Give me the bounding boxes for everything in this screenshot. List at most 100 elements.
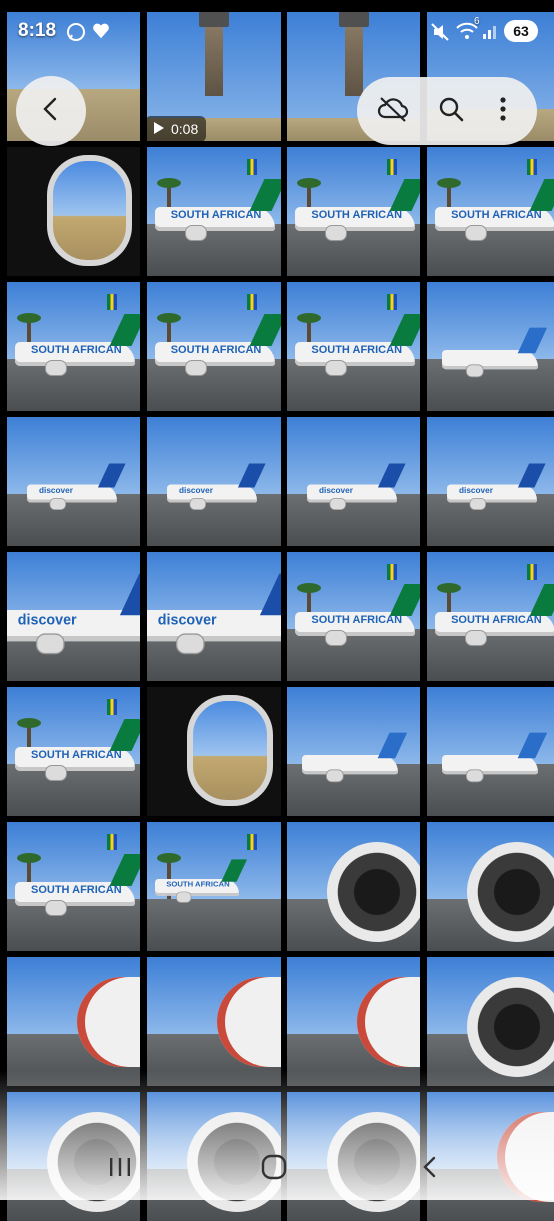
plane-engine <box>175 891 192 903</box>
status-bar: 8:18 6 63 <box>0 0 554 60</box>
airline-logo-text: SOUTH AFRICAN <box>311 209 403 221</box>
airplane-figure: SOUTH AFRICAN <box>295 314 421 376</box>
photo-thumbnail[interactable]: SOUTH AFRICAN <box>146 147 281 276</box>
plane-engine <box>36 633 65 655</box>
flag <box>387 294 398 310</box>
photo-thumbnail[interactable] <box>427 282 554 411</box>
photo-thumbnail[interactable] <box>146 687 281 816</box>
photo-thumbnail[interactable] <box>146 957 281 1086</box>
photo-thumbnail[interactable]: SOUTH AFRICAN <box>7 687 140 816</box>
plane-engine <box>329 498 347 510</box>
plane-engine <box>325 630 348 646</box>
whatsapp-icon <box>66 22 86 47</box>
airline-logo-text: SOUTH AFRICAN <box>451 209 542 221</box>
photo-thumbnail[interactable]: SOUTH AFRICAN <box>7 822 140 951</box>
airline-logo-text: SOUTH AFRICAN <box>311 614 403 626</box>
flag <box>107 834 117 850</box>
airline-logo-text: discover <box>39 486 73 495</box>
plane-engine <box>465 225 488 241</box>
nav-back-icon <box>419 1155 441 1184</box>
photo-thumbnail[interactable]: discover <box>287 417 421 546</box>
airline-logo-text: discover <box>17 612 77 629</box>
photo-thumbnail[interactable]: SOUTH AFRICAN <box>146 822 281 951</box>
window-pane-view <box>47 155 132 266</box>
plane-engine <box>189 498 206 510</box>
photo-thumbnail[interactable] <box>7 957 140 1086</box>
photo-thumbnail[interactable]: discover <box>427 417 554 546</box>
more-options-button[interactable] <box>475 77 531 145</box>
photo-thumbnail[interactable]: discover <box>7 417 140 546</box>
plane-engine <box>184 225 207 241</box>
airline-logo-text: SOUTH AFRICAN <box>31 344 122 356</box>
recent-apps-icon <box>107 1156 133 1183</box>
photo-thumbnail[interactable] <box>427 822 554 951</box>
photo-thumbnail[interactable] <box>287 957 421 1086</box>
more-vertical-icon <box>499 96 507 127</box>
airplane-figure: SOUTH AFRICAN <box>15 314 140 376</box>
photo-thumbnail[interactable] <box>427 687 554 816</box>
video-duration-badge: 0:08 <box>145 116 207 142</box>
photo-thumbnail[interactable]: SOUTH AFRICAN <box>427 552 554 681</box>
airline-logo-text: SOUTH AFRICAN <box>170 209 262 221</box>
airplane-figure: discover <box>447 463 546 510</box>
photo-thumbnail[interactable] <box>7 147 140 276</box>
flag <box>387 564 398 580</box>
plane-engine <box>466 364 484 378</box>
photo-thumbnail[interactable]: SOUTH AFRICAN <box>287 282 421 411</box>
photo-thumbnail[interactable]: discover <box>146 552 281 681</box>
flag <box>107 294 117 310</box>
chevron-left-icon <box>38 96 64 127</box>
search-button[interactable] <box>423 77 479 145</box>
airplane-window <box>7 147 140 276</box>
photo-thumbnail[interactable]: discover <box>146 417 281 546</box>
plane-engine <box>184 360 207 376</box>
airline-logo-text: discover <box>178 486 213 495</box>
photo-thumbnail[interactable]: SOUTH AFRICAN <box>7 282 140 411</box>
back-button[interactable] <box>16 76 86 146</box>
airline-logo-text: SOUTH AFRICAN <box>31 749 122 761</box>
nav-back-button[interactable] <box>400 1146 460 1192</box>
airplane-figure: discover <box>146 573 281 655</box>
flag <box>527 159 538 175</box>
airplane-figure <box>302 732 408 783</box>
recent-apps-button[interactable] <box>90 1146 150 1192</box>
wifi-generation-label: 6 <box>474 16 480 27</box>
flag <box>246 294 257 310</box>
navigation-bar <box>0 1138 554 1200</box>
airline-logo-text: SOUTH AFRICAN <box>170 344 262 356</box>
airline-logo-text: SOUTH AFRICAN <box>451 614 542 626</box>
plane-engine <box>466 769 484 783</box>
photo-thumbnail[interactable] <box>287 687 421 816</box>
airline-logo-text: SOUTH AFRICAN <box>311 344 403 356</box>
plane-engine <box>175 633 205 655</box>
airplane-figure: SOUTH AFRICAN <box>154 314 281 376</box>
photo-thumbnail[interactable]: SOUTH AFRICAN <box>287 147 421 276</box>
top-action-bar <box>357 77 537 145</box>
play-icon <box>153 121 165 138</box>
flag <box>107 699 117 715</box>
cloud-sync-button[interactable] <box>365 77 421 145</box>
airplane-figure: SOUTH AFRICAN <box>15 854 140 916</box>
search-icon <box>437 95 465 128</box>
home-button[interactable] <box>244 1146 304 1192</box>
airline-logo-text: discover <box>157 612 217 629</box>
plane-engine <box>325 360 348 376</box>
photo-thumbnail[interactable]: SOUTH AFRICAN <box>427 147 554 276</box>
photo-thumbnail[interactable] <box>427 957 554 1086</box>
plane-engine <box>49 498 66 510</box>
photo-thumbnail[interactable]: SOUTH AFRICAN <box>287 552 421 681</box>
mute-icon <box>430 22 450 47</box>
status-time: 8:18 <box>18 20 57 41</box>
plane-engine <box>465 630 488 646</box>
tarmac <box>146 899 281 951</box>
photo-thumbnail[interactable]: SOUTH AFRICAN <box>146 282 281 411</box>
airplane-figure: discover <box>166 463 266 510</box>
photo-thumbnail[interactable] <box>287 822 421 951</box>
photo-thumbnail[interactable]: discover <box>7 552 140 681</box>
battery-indicator: 63 <box>504 20 538 42</box>
window-pane-view <box>186 695 273 806</box>
plane-engine <box>469 498 487 510</box>
airplane-window <box>146 687 281 816</box>
airplane-figure: SOUTH AFRICAN <box>154 859 247 903</box>
airplane-figure: SOUTH AFRICAN <box>15 719 140 781</box>
